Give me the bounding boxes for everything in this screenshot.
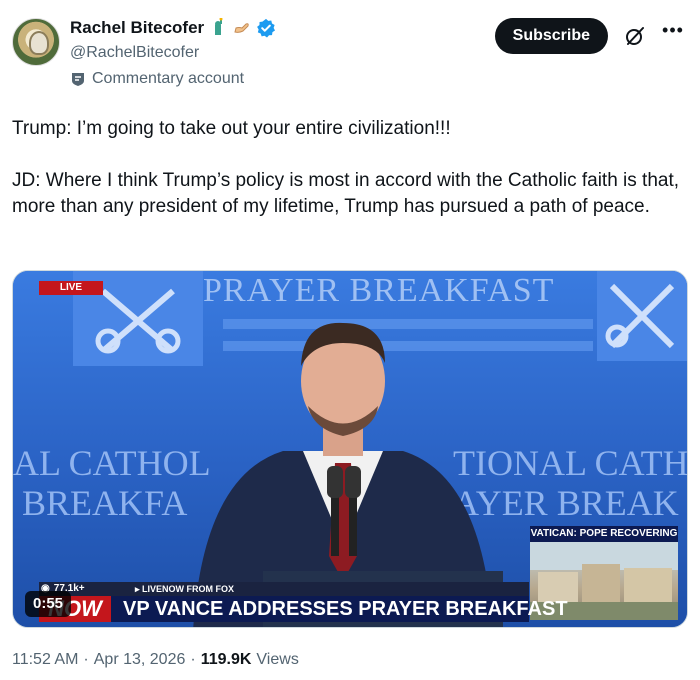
avatar[interactable] [12, 18, 60, 66]
verified-badge-icon [257, 18, 276, 38]
commentary-icon [72, 73, 84, 86]
account-label[interactable]: Commentary account [70, 70, 244, 88]
meta-separator: · [83, 651, 89, 668]
tweet-date[interactable]: Apr 13, 2026 [94, 651, 186, 669]
tweet-header: Rachel Bitecofer @RachelBitecofer Commen… [12, 12, 688, 102]
inset-label: VATICAN: POPE RECOVERING [530, 526, 678, 542]
ticker-top-bar: ◉ 77.1k+ ▸ LIVENOW FROM FOX [39, 582, 529, 596]
views-label: Views [256, 651, 299, 668]
account-label-text: Commentary account [92, 70, 245, 87]
video-duration: 0:55 [25, 591, 72, 617]
ticker-source: ▸ LIVENOW FROM FOX [135, 584, 235, 594]
tweet-meta: 11:52 AM · Apr 13, 2026 · 119.9K Views [12, 651, 299, 669]
tweet-time[interactable]: 11:52 AM [12, 651, 78, 669]
flexed-arm-icon [232, 18, 252, 38]
views-count: 119.9K [200, 651, 252, 668]
tweet-paragraph-1: Trump: I’m going to take out your entire… [12, 118, 451, 139]
crossed-keys-icon [597, 271, 687, 361]
more-icon[interactable]: ••• [662, 21, 684, 44]
ticker-headline: VP VANCE ADDRESSES PRAYER BREAKFAST [111, 596, 568, 622]
name-row: Rachel Bitecofer [70, 17, 276, 38]
handle[interactable]: @RachelBitecofer [70, 44, 199, 62]
tweet-body: Trump: I’m going to take out your entire… [12, 116, 684, 220]
grok-icon[interactable] [624, 25, 646, 47]
tweet-paragraph-2: JD: Where I think Trump’s policy is most… [12, 170, 680, 217]
statue-of-liberty-icon [208, 17, 228, 38]
display-name[interactable]: Rachel Bitecofer [70, 18, 204, 38]
video-player[interactable]: PRAYER BREAKFAST AL CATHOL BREAKFA TIONA… [12, 270, 688, 628]
live-badge: LIVE [39, 281, 103, 295]
subscribe-button[interactable]: Subscribe [494, 18, 608, 54]
meta-separator: · [190, 651, 196, 668]
